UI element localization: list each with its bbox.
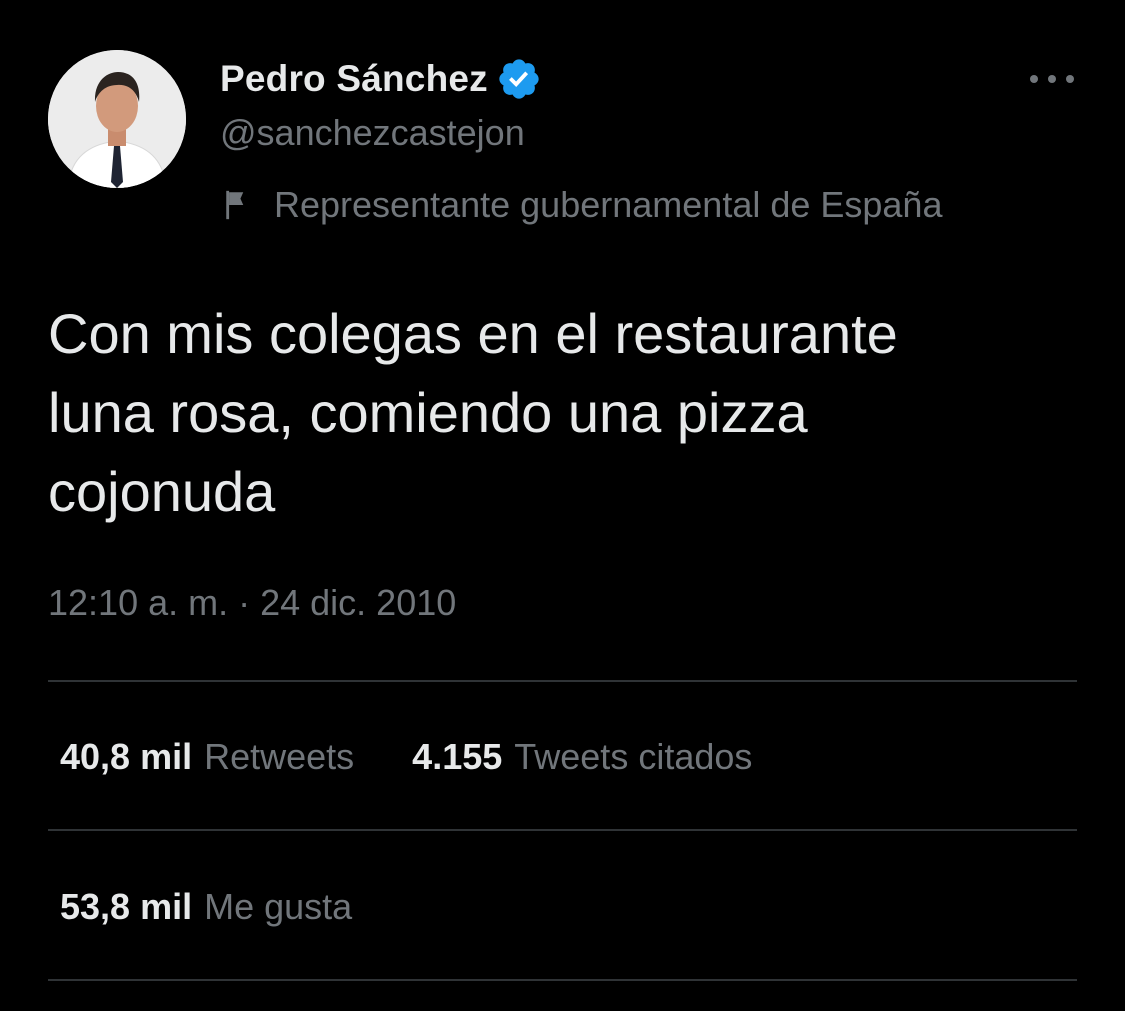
more-options-icon[interactable]: [1030, 62, 1074, 96]
more-dot: [1066, 75, 1074, 83]
tweet-text: Con mis colegas en el restaurante luna r…: [48, 302, 898, 523]
author-name-row: Pedro Sánchez: [220, 54, 542, 104]
quote-tweets-label: Tweets citados: [514, 736, 753, 777]
avatar-image: [48, 50, 186, 188]
retweets-count: 40,8 mil: [60, 736, 193, 777]
government-label-text: Representante gubernamental de España: [274, 184, 943, 225]
engagement-row: 40,8 mil Retweets 4.155 Tweets citados: [60, 727, 810, 787]
verified-badge-icon: [499, 59, 539, 99]
retweets-label: Retweets: [204, 736, 355, 777]
flag-icon: [226, 190, 244, 220]
author-handle[interactable]: @sanchezcastejon: [220, 112, 525, 154]
likes-label: Me gusta: [204, 886, 353, 927]
likes-count: 53,8 mil: [60, 886, 193, 927]
avatar[interactable]: [48, 50, 186, 188]
divider: [48, 680, 1077, 682]
more-dot: [1030, 75, 1038, 83]
quote-tweets-count: 4.155: [412, 736, 503, 777]
quote-tweets-stat[interactable]: 4.155 Tweets citados: [412, 736, 752, 778]
likes-stat[interactable]: 53,8 mil Me gusta: [60, 886, 352, 928]
more-dot: [1048, 75, 1056, 83]
divider: [48, 979, 1077, 981]
government-label[interactable]: Representante gubernamental de España: [222, 180, 942, 230]
display-name[interactable]: Pedro Sánchez: [220, 58, 488, 100]
tweet-timestamp[interactable]: 12:10 a. m. · 24 dic. 2010: [48, 582, 456, 624]
divider: [48, 829, 1077, 831]
likes-row: 53,8 mil Me gusta: [60, 877, 410, 937]
retweets-stat[interactable]: 40,8 mil Retweets: [60, 736, 354, 778]
tweet-detail: Pedro Sánchez @sanchezcastejon Represent…: [0, 0, 1125, 1011]
